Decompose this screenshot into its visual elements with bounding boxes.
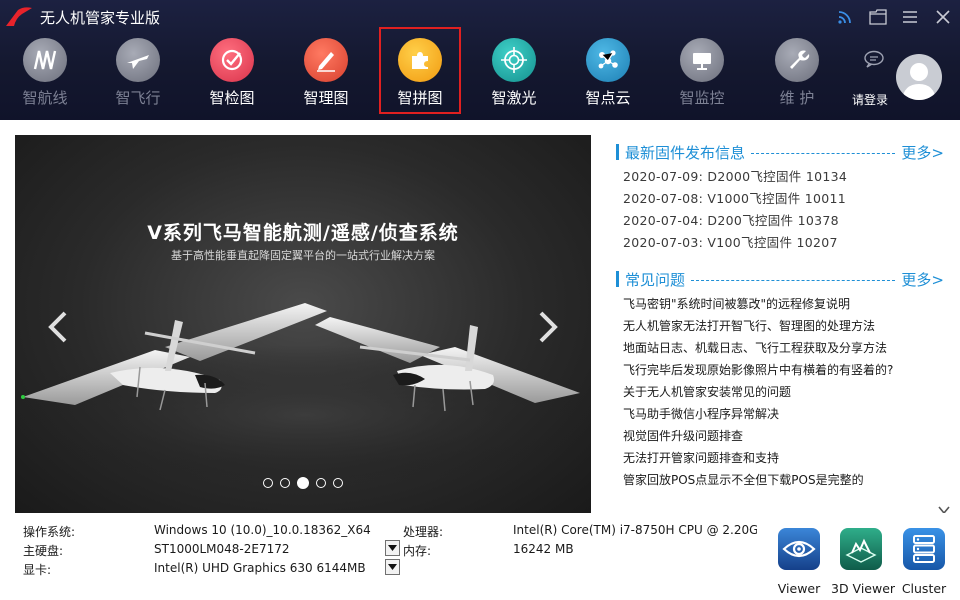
nav-label: 智理图 — [303, 89, 349, 107]
nav-item-flight[interactable]: 智飞行 — [98, 36, 178, 114]
nav-label: 智监控 — [679, 89, 725, 107]
os-value: Windows 10 (10.0)_10.0.18362_X64 — [154, 523, 371, 537]
carousel-dot-3[interactable] — [297, 477, 309, 489]
section-divider — [691, 279, 896, 281]
nav-label: 智航线 — [22, 89, 68, 107]
3d-viewer-launcher[interactable]: 3D Viewer — [831, 528, 896, 596]
chevron-down-icon — [388, 545, 397, 551]
list-item[interactable]: 2020-07-04: D200飞控固件 10378 — [623, 210, 943, 232]
disk-label: 主硬盘: — [23, 544, 64, 558]
nav-label: 智飞行 — [115, 89, 161, 107]
cluster-label: Cluster — [901, 581, 947, 596]
cpu-label: 处理器: — [403, 525, 444, 539]
nav-label: 智点云 — [585, 89, 631, 107]
faq-list: 飞马密钥"系统时间被篡改"的远程修复说明 无人机管家无法打开智飞行、智理图的处理… — [623, 295, 949, 493]
rss-icon[interactable] — [834, 6, 856, 28]
nav-label: 维 护 — [779, 89, 815, 107]
avatar[interactable] — [896, 54, 942, 100]
nav-item-maintenance[interactable]: 维 护 — [757, 36, 837, 114]
banner-drone-image — [15, 303, 591, 485]
carousel-dot-4[interactable] — [316, 478, 326, 488]
carousel-dot-2[interactable] — [280, 478, 290, 488]
plane-icon — [116, 38, 160, 82]
monitor-icon — [680, 38, 724, 82]
nav-item-inspect[interactable]: 智检图 — [192, 36, 272, 114]
chevron-down-icon — [388, 564, 397, 570]
close-icon[interactable] — [932, 6, 954, 28]
list-item[interactable]: 2020-07-03: V100飞控固件 10207 — [623, 232, 943, 254]
list-item[interactable]: 2020-07-09: D2000飞控固件 10134 — [623, 166, 943, 188]
memory-value: 16242 MB — [513, 542, 574, 556]
section-divider — [751, 152, 896, 154]
list-item[interactable]: 飞马密钥"系统时间被篡改"的远程修复说明 — [623, 295, 949, 317]
gpu-dropdown-button[interactable] — [385, 559, 400, 575]
list-item[interactable]: 无法打开管家问题排查和支持 — [623, 449, 949, 471]
list-item[interactable]: 地面站日志、机载日志、飞行工程获取及分享方法 — [623, 339, 949, 361]
menu-icon[interactable] — [899, 6, 921, 28]
check-icon — [210, 38, 254, 82]
gpu-value: Intel(R) UHD Graphics 630 6144MB — [154, 561, 366, 575]
faq-more-link[interactable]: 更多> — [901, 269, 944, 290]
login-link[interactable]: 请登录 — [852, 91, 888, 108]
eye-icon — [778, 528, 820, 570]
nav-selection-highlight — [379, 27, 461, 114]
gpu-label: 显卡: — [23, 563, 52, 577]
list-item[interactable]: 关于无人机管家安装常见的问题 — [623, 383, 949, 405]
firmware-section-header: 最新固件发布信息 更多> — [616, 141, 944, 163]
section-accent-bar — [616, 144, 619, 160]
folder-icon[interactable] — [867, 6, 889, 28]
faq-section-header: 常见问题 更多> — [616, 268, 944, 290]
cluster-launcher[interactable]: Cluster — [894, 528, 954, 596]
list-item[interactable]: 2020-07-08: V1000飞控固件 10011 — [623, 188, 943, 210]
route-icon — [23, 38, 67, 82]
list-item[interactable]: 管家回放POS点显示不全但下载POS是完整的 — [623, 471, 949, 493]
banner-carousel[interactable]: V系列飞马智能航测/遥感/侦查系统 基于高性能垂直起降固定翼平台的一站式行业解决… — [15, 135, 591, 513]
wrench-icon — [775, 38, 819, 82]
nav-item-monitor[interactable]: 智监控 — [662, 36, 742, 114]
firmware-section-title: 最新固件发布信息 — [625, 143, 746, 162]
section-accent-bar — [616, 271, 619, 287]
carousel-dot-1[interactable] — [263, 478, 273, 488]
nav-item-edit-map[interactable]: 智理图 — [286, 36, 366, 114]
server-cluster-icon — [903, 528, 945, 570]
list-item[interactable]: 视觉固件升级问题排查 — [623, 427, 949, 449]
laser-target-icon — [492, 38, 536, 82]
list-item[interactable]: 无人机管家无法打开智飞行、智理图的处理方法 — [623, 317, 949, 339]
nav-label: 智检图 — [209, 89, 255, 107]
nav-item-laser[interactable]: 智激光 — [474, 36, 554, 114]
memory-label: 内存: — [403, 544, 432, 558]
list-item[interactable]: 飞行完毕后发现原始影像照片中有横着的有竖着的? — [623, 361, 949, 383]
nav-item-route[interactable]: 智航线 — [5, 36, 85, 114]
viewer-launcher[interactable]: Viewer — [769, 528, 829, 596]
carousel-dot-5[interactable] — [333, 478, 343, 488]
3d-viewer-label: 3D Viewer — [831, 581, 896, 596]
app-logo-icon — [6, 7, 32, 27]
point-cloud-icon — [586, 38, 630, 82]
viewer-label: Viewer — [777, 581, 821, 596]
nav-item-point-cloud[interactable]: 智点云 — [568, 36, 648, 114]
firmware-list: 2020-07-09: D2000飞控固件 10134 2020-07-08: … — [623, 166, 943, 254]
title-bar: 无人机管家专业版 智航线 智飞行 智检图 智理图 智拼图 智激光 智点云 智监控… — [0, 0, 960, 120]
nav-label: 智激光 — [491, 89, 537, 107]
app-title: 无人机管家专业版 — [40, 9, 161, 27]
cpu-value: Intel(R) Core(TM) i7-8750H CPU @ 2.20GHz — [513, 523, 757, 537]
banner-next-arrow-icon[interactable] — [535, 310, 561, 344]
firmware-more-link[interactable]: 更多> — [901, 142, 944, 163]
faq-section-title: 常见问题 — [625, 270, 686, 289]
disk-value: ST1000LM048-2E7172 — [154, 542, 290, 556]
list-item[interactable]: 飞马助手微信小程序异常解决 — [623, 405, 949, 427]
terrain-3d-icon — [840, 528, 882, 570]
pencil-icon — [304, 38, 348, 82]
chat-icon[interactable] — [852, 50, 896, 72]
carousel-dots — [263, 477, 343, 489]
banner-prev-arrow-icon[interactable] — [45, 310, 71, 344]
os-label: 操作系统: — [23, 525, 76, 539]
disk-dropdown-button[interactable] — [385, 540, 400, 556]
